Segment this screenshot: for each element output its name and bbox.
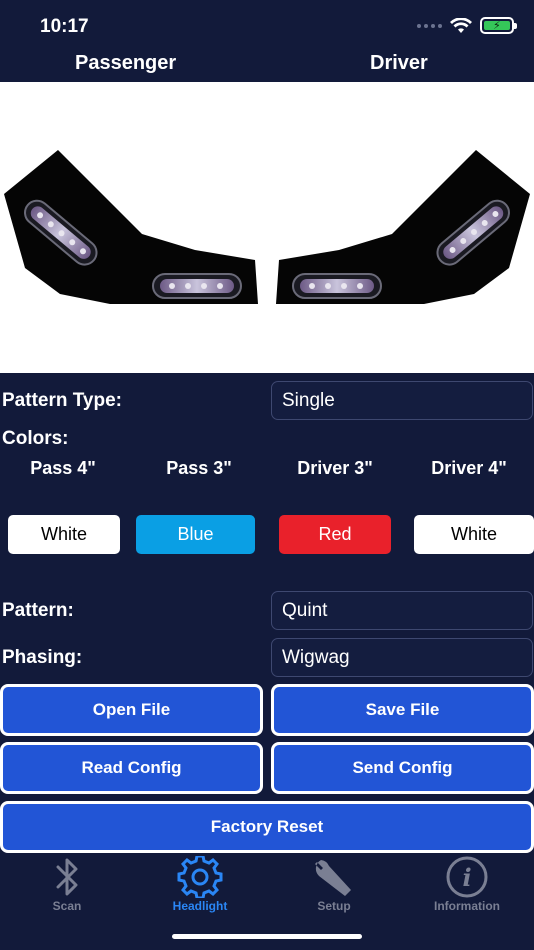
pattern-label: Pattern:	[2, 600, 74, 621]
tab-setup[interactable]: Setup	[267, 855, 401, 913]
tab-information[interactable]: i Information	[400, 855, 534, 913]
tab-headlight[interactable]: Headlight	[133, 855, 267, 913]
pass-4in-color-button[interactable]: White	[8, 515, 120, 554]
tab-headlight-label: Headlight	[172, 899, 228, 913]
driver-4in-label: Driver 4"	[431, 458, 507, 478]
side-header: Passenger Driver	[0, 46, 534, 82]
headlight-image	[0, 82, 534, 373]
battery-charging-icon: ⚡	[480, 17, 517, 34]
pass-3in-color-button[interactable]: Blue	[136, 515, 255, 554]
gear-icon	[177, 856, 223, 898]
pass-3in-label: Pass 3"	[166, 458, 232, 478]
colors-label: Colors:	[2, 428, 69, 449]
passenger-3in-led	[152, 273, 242, 299]
svg-text:i: i	[462, 863, 471, 892]
bluetooth-icon	[56, 858, 78, 896]
send-config-button[interactable]: Send Config	[271, 742, 534, 794]
status-bar: 10:17 ⚡	[0, 0, 534, 46]
tab-setup-label: Setup	[317, 899, 351, 913]
read-config-button[interactable]: Read Config	[0, 742, 263, 794]
pass-4in-label: Pass 4"	[30, 458, 96, 478]
pattern-type-label: Pattern Type:	[2, 390, 123, 411]
home-indicator	[172, 934, 362, 939]
passenger-header: Passenger	[75, 52, 177, 74]
tab-information-label: Information	[434, 899, 500, 913]
wifi-icon	[450, 17, 472, 33]
driver-3in-color-button[interactable]: Red	[279, 515, 391, 554]
save-file-button[interactable]: Save File	[271, 684, 534, 736]
status-time: 10:17	[40, 16, 89, 37]
driver-4in-color-button[interactable]: White	[414, 515, 534, 554]
driver-header: Driver	[370, 52, 428, 74]
driver-3in-led	[292, 273, 382, 299]
pattern-type-field[interactable]: Single	[271, 381, 533, 420]
tab-scan-label: Scan	[52, 899, 82, 913]
wrench-icon	[315, 860, 351, 896]
pattern-field[interactable]: Quint	[271, 591, 533, 630]
cellular-signal-icon	[417, 23, 442, 28]
factory-reset-button[interactable]: Factory Reset	[0, 801, 534, 853]
phasing-field[interactable]: Wigwag	[271, 638, 533, 677]
info-icon: i	[446, 856, 488, 898]
headlight-illustration	[4, 150, 530, 304]
status-icons: ⚡	[417, 17, 517, 34]
driver-3in-label: Driver 3"	[297, 458, 373, 478]
tab-scan[interactable]: Scan	[0, 855, 134, 913]
phasing-label: Phasing:	[2, 647, 83, 668]
open-file-button[interactable]: Open File	[0, 684, 263, 736]
